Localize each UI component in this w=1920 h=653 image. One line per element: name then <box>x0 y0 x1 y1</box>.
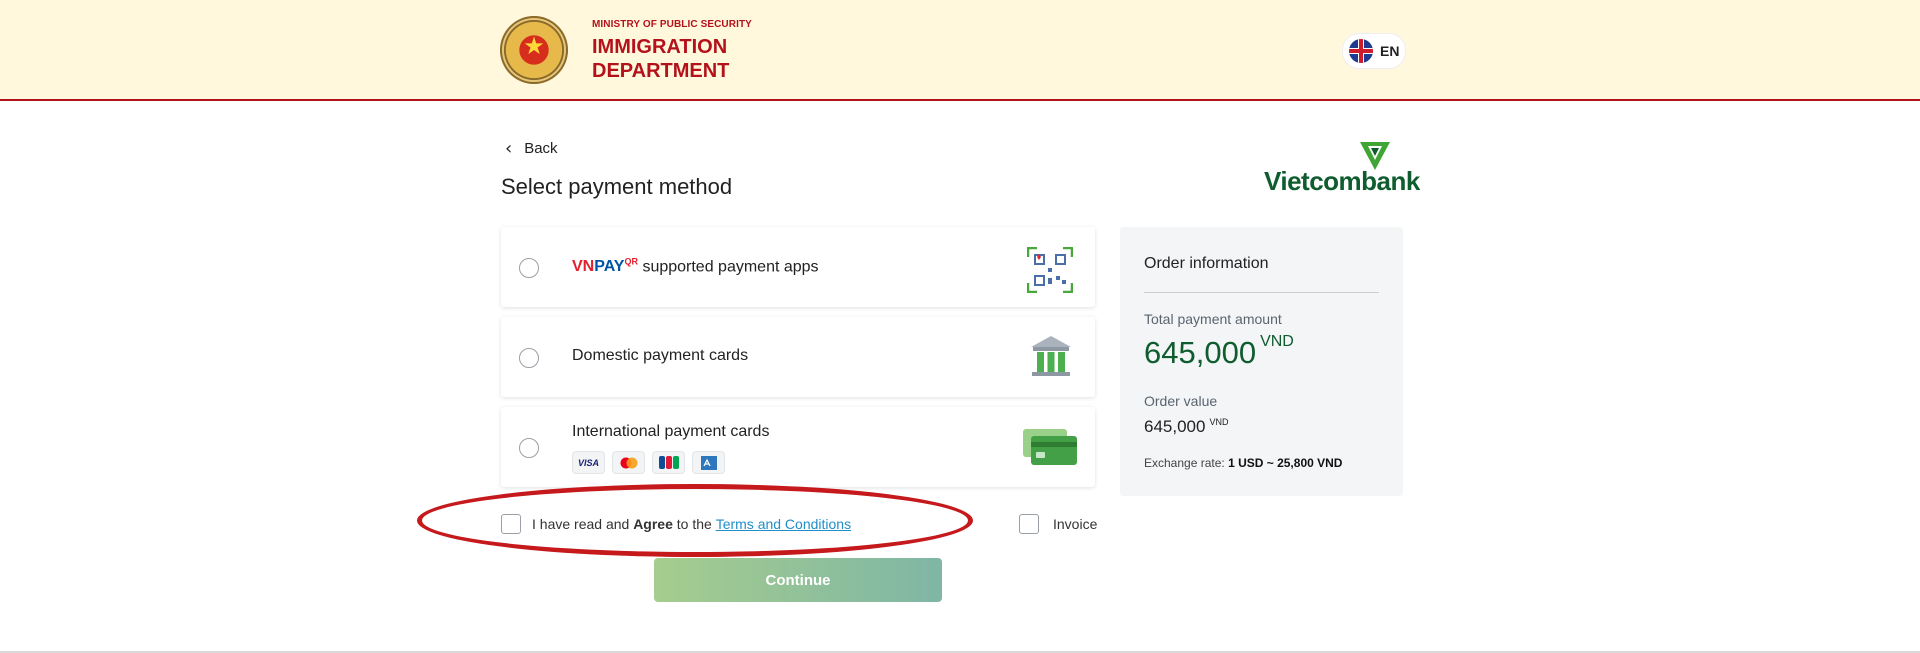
total-amount: 645,000 VND <box>1144 333 1294 371</box>
mastercard-icon <box>612 451 645 474</box>
order-value-amount: 645,000 <box>1144 417 1206 436</box>
total-amount-value: 645,000 <box>1144 335 1257 370</box>
total-amount-label: Total payment amount <box>1144 311 1282 327</box>
qr-code-icon <box>1027 247 1073 293</box>
ministry-label: MINISTRY OF PUBLIC SECURITY <box>592 19 752 30</box>
vnpay-label-text: supported payment apps <box>642 258 819 276</box>
order-value-currency: VND <box>1209 417 1229 427</box>
vnpay-brand-pay: PAY <box>594 258 625 276</box>
vnpay-option-label: VNPAYQR supported payment apps <box>572 257 819 276</box>
radio-domestic[interactable] <box>519 348 539 368</box>
department-title-line1: IMMIGRATION <box>592 36 728 58</box>
payment-option-vnpay[interactable]: VNPAYQR supported payment apps <box>501 227 1095 307</box>
back-label: Back <box>524 140 558 157</box>
vnpay-brand: VNPAYQR <box>572 257 638 276</box>
bank-building-icon <box>1031 336 1071 376</box>
exchange-rate: Exchange rate: 1 USD ~ 25,800 VND <box>1144 456 1342 470</box>
divider <box>1144 292 1379 293</box>
order-value: 645,000 VND <box>1144 417 1228 437</box>
site-header: ★ MINISTRY OF PUBLIC SECURITY IMMIGRATIO… <box>0 0 1920 101</box>
payment-option-domestic[interactable]: Domestic payment cards <box>501 317 1095 397</box>
department-title-line2: DEPARTMENT <box>592 60 730 82</box>
order-information-panel: Order information Total payment amount 6… <box>1120 227 1403 496</box>
payment-option-international[interactable]: International payment cards VISA <box>501 407 1095 487</box>
exchange-rate-value: 1 USD ~ 25,800 VND <box>1228 456 1343 470</box>
order-info-heading: Order information <box>1144 255 1269 272</box>
card-brand-list: VISA <box>572 451 725 474</box>
page-title: Select payment method <box>501 174 733 199</box>
highlight-annotation-ellipse <box>417 484 973 557</box>
vietcombank-wordmark: Vietcombank <box>1264 166 1420 196</box>
amex-icon <box>692 451 725 474</box>
language-switcher[interactable]: EN <box>1342 33 1406 69</box>
vnpay-brand-vn: VN <box>572 258 595 276</box>
continue-button[interactable]: Continue <box>654 558 942 602</box>
uk-flag-icon <box>1349 39 1373 63</box>
chevron-left-icon: ‹ <box>505 138 513 159</box>
domestic-option-label: Domestic payment cards <box>572 347 749 364</box>
credit-card-icon <box>1023 429 1077 465</box>
invoice-checkbox[interactable] <box>1019 514 1039 534</box>
department-title: IMMIGRATION DEPARTMENT <box>592 35 729 83</box>
order-value-label: Order value <box>1144 393 1218 409</box>
jcb-icon <box>652 451 685 474</box>
radio-international[interactable] <box>519 438 539 458</box>
language-code: EN <box>1380 43 1400 59</box>
international-option-label: International payment cards <box>572 423 770 440</box>
invoice-label: Invoice <box>1053 516 1098 532</box>
immigration-seal-logo: ★ <box>500 16 568 84</box>
exchange-rate-label: Exchange rate: <box>1144 456 1229 470</box>
invoice-option: Invoice <box>1019 514 1097 534</box>
total-amount-currency: VND <box>1260 333 1294 350</box>
radio-vnpay[interactable] <box>519 258 539 278</box>
back-button[interactable]: ‹ Back <box>505 138 558 159</box>
vnpay-brand-qr: QR <box>624 257 638 267</box>
visa-icon: VISA <box>572 451 605 474</box>
